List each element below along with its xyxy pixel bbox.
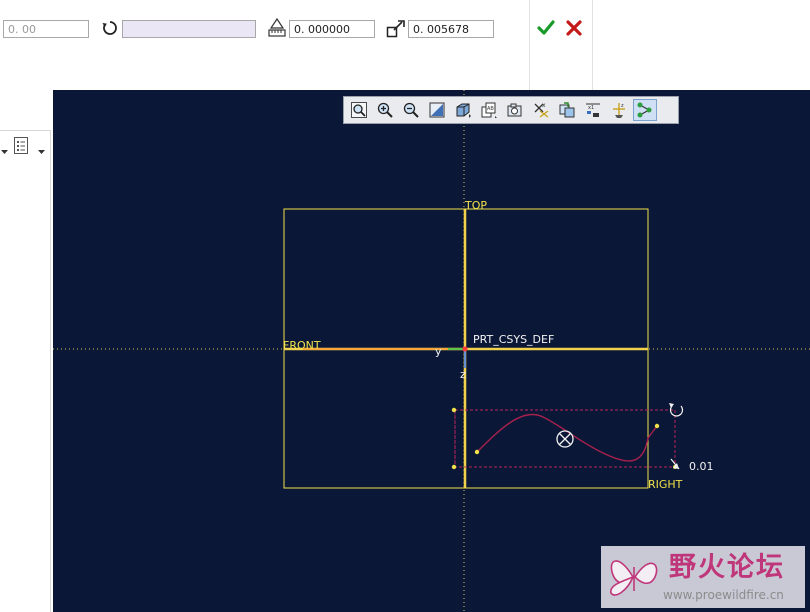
shading-icon[interactable] [451, 99, 475, 121]
butterfly-logo-icon [605, 551, 663, 607]
zoom-in-icon[interactable] [373, 99, 397, 121]
spline-end-point[interactable] [654, 423, 660, 429]
cancel-x-icon[interactable] [566, 20, 582, 40]
watermark-url: www.proewildfire.cn [663, 588, 784, 602]
csys-label: PRT_CSYS_DEF [473, 333, 555, 346]
dashboard-divider [592, 0, 593, 90]
offset-icon[interactable] [267, 17, 287, 43]
move-handle-icon[interactable] [556, 430, 574, 448]
datum-axes-icon[interactable] [555, 99, 579, 121]
offset-input[interactable]: 0. 000000 [289, 20, 375, 38]
rotate-handle-icon[interactable] [669, 403, 684, 417]
panel-border [50, 130, 51, 612]
view-manager-icon[interactable] [503, 99, 527, 121]
svg-text:x1: x1 [588, 105, 594, 111]
datum-planes-icon[interactable]: x [529, 99, 553, 121]
model-tree-panel [0, 90, 52, 612]
z-axis-label: z [460, 368, 466, 381]
csys-origin[interactable] [462, 346, 468, 352]
sketch-canvas [53, 90, 810, 612]
rotation-input[interactable] [122, 20, 256, 38]
refit-icon[interactable] [347, 99, 371, 121]
chevron-down-icon[interactable] [37, 141, 47, 160]
scale-dimension-label[interactable]: 0.01 [689, 461, 714, 473]
view-toolbar: AB x x1 z [343, 96, 679, 124]
csys-icon[interactable]: z [607, 99, 631, 121]
tree-filter-icon[interactable] [13, 136, 31, 160]
scale-icon[interactable] [386, 19, 406, 43]
settings-dropdown-icon[interactable] [0, 141, 10, 160]
svg-text:x: x [542, 102, 546, 109]
top-datum-label: TOP [465, 199, 488, 212]
panel-divider [0, 130, 50, 131]
dashboard: 0. 00 0. 000000 0. 005678 [0, 0, 810, 90]
saved-views-icon[interactable]: AB [477, 99, 501, 121]
front-datum-label: FRONT [283, 339, 321, 352]
scale-input[interactable]: 0. 005678 [408, 20, 494, 38]
bbox-handle-point[interactable] [451, 464, 457, 470]
svg-text:z: z [621, 103, 624, 109]
zoom-out-icon[interactable] [399, 99, 423, 121]
right-datum-label: RIGHT [648, 478, 683, 491]
bbox-handle-point[interactable] [451, 407, 457, 413]
dashboard-divider [529, 0, 530, 90]
graphics-viewport[interactable]: TOP FRONT RIGHT PRT_CSYS_DEF y z 0.01 AB… [53, 90, 810, 612]
svg-text:AB: AB [487, 106, 494, 112]
spin-center-icon[interactable] [633, 99, 657, 121]
watermark-title: 野火论坛 [669, 552, 785, 583]
repaint-icon[interactable] [425, 99, 449, 121]
rotate-icon[interactable] [101, 19, 119, 41]
spline-start-point[interactable] [474, 449, 480, 455]
value-input[interactable]: 0. 00 [3, 20, 89, 38]
forum-watermark: 野火论坛 www.proewildfire.cn [601, 546, 805, 608]
apply-checkmark-icon[interactable] [537, 20, 555, 40]
y-axis-label: y [435, 345, 442, 358]
datum-points-icon[interactable]: x1 [581, 99, 605, 121]
